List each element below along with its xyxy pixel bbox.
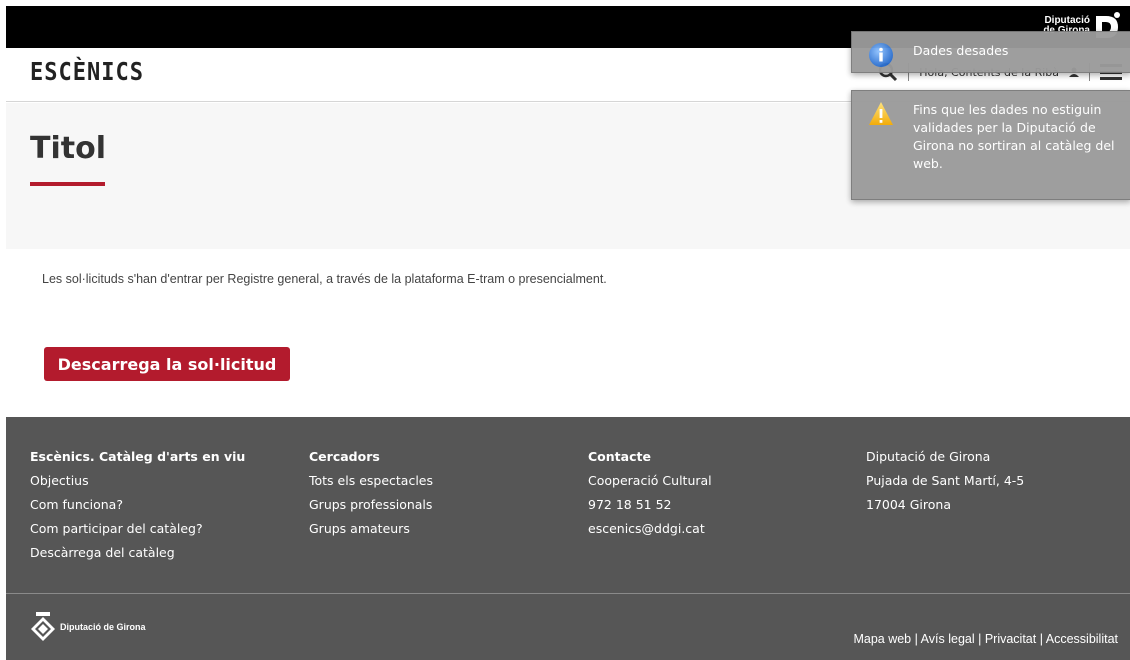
footer-contact-email[interactable]: escenics@ddgi.cat xyxy=(588,517,712,541)
footer-link-tots-espectacles[interactable]: Tots els espectacles xyxy=(309,469,433,493)
footer-link-com-participar[interactable]: Com participar del catàleg? xyxy=(30,517,245,541)
title-underline xyxy=(30,182,105,186)
footer-col-contacte: Contacte Cooperació Cultural 972 18 51 5… xyxy=(588,445,712,541)
footer-contact-dept: Cooperació Cultural xyxy=(588,473,712,488)
page-title: Titol xyxy=(30,131,106,166)
footer-logo-text: Diputació de Girona xyxy=(60,622,146,632)
footer-contact-phone: 972 18 51 52 xyxy=(588,497,672,512)
warning-icon xyxy=(869,102,893,125)
site-footer: Escènics. Catàleg d'arts en viu Objectiu… xyxy=(6,417,1130,593)
info-icon xyxy=(869,43,893,67)
legal-links: Mapa web | Avís legal | Privacitat | Acc… xyxy=(853,632,1118,646)
footer-link-grups-amateurs[interactable]: Grups amateurs xyxy=(309,517,433,541)
notification-warning[interactable]: Fins que les dades no estiguin validades… xyxy=(851,90,1130,200)
legal-separator: | xyxy=(974,632,985,646)
footer-diputacio-logo[interactable]: Diputació de Girona xyxy=(30,612,146,642)
footer-heading: Cercadors xyxy=(309,449,380,464)
footer-address-street: Pujada de Sant Martí, 4-5 xyxy=(866,473,1025,488)
notification-warning-text: Fins que les dades no estiguin validades… xyxy=(913,102,1115,171)
footer-link-objectius[interactable]: Objectius xyxy=(30,469,245,493)
notification-info[interactable]: Dades desades xyxy=(851,31,1130,73)
footer-col-cercadors: Cercadors Tots els espectacles Grups pro… xyxy=(309,445,433,541)
legal-separator: | xyxy=(911,632,921,646)
footer-link-descarrega[interactable]: Descàrrega del catàleg xyxy=(30,541,245,565)
escenics-logo[interactable]: ESCÈNICS xyxy=(30,58,144,87)
footer-address-org: Diputació de Girona xyxy=(866,449,991,464)
link-privacy[interactable]: Privacitat xyxy=(985,632,1036,646)
footer-address-city: 17004 Girona xyxy=(866,497,951,512)
download-request-button[interactable]: Descarrega la sol·licitud xyxy=(44,347,290,381)
footer-heading: Escènics. Catàleg d'arts en viu xyxy=(30,449,246,464)
legal-separator: | xyxy=(1036,632,1046,646)
link-sitemap[interactable]: Mapa web xyxy=(853,632,911,646)
diputacio-shield-icon xyxy=(31,612,55,641)
page: Diputació de Girona ESCÈNICS Hola, Conte… xyxy=(6,6,1130,660)
footer-link-com-funciona[interactable]: Com funciona? xyxy=(30,493,245,517)
footer-col-address: Diputació de Girona Pujada de Sant Martí… xyxy=(866,445,1024,517)
main-content: Les sol·licituds s'han d'entrar per Regi… xyxy=(6,249,1130,417)
footer-col-escenics: Escènics. Catàleg d'arts en viu Objectiu… xyxy=(30,445,245,565)
footer-heading: Contacte xyxy=(588,449,651,464)
info-text: Les sol·licituds s'han d'entrar per Regi… xyxy=(42,272,607,286)
link-accessibility[interactable]: Accessibilitat xyxy=(1046,632,1118,646)
link-legal-notice[interactable]: Avís legal xyxy=(921,632,975,646)
footer-link-grups-professionals[interactable]: Grups professionals xyxy=(309,493,433,517)
footer-bottom-bar: Diputació de Girona Mapa web | Avís lega… xyxy=(6,594,1130,660)
notification-info-text: Dades desades xyxy=(913,43,1009,58)
